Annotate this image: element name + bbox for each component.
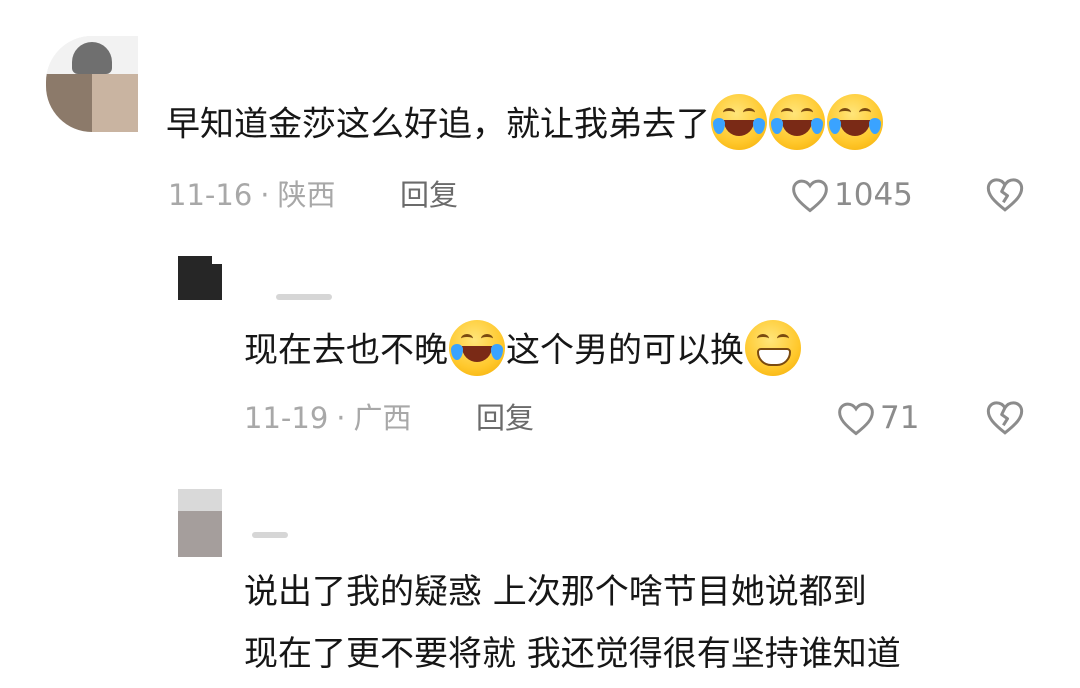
heart-outline-icon — [792, 179, 828, 213]
username-blurred — [276, 294, 332, 300]
reply-button[interactable]: 回复 — [400, 175, 458, 215]
like-count: 71 — [880, 400, 920, 436]
meta-separator: · — [260, 178, 270, 212]
dislike-button[interactable] — [985, 175, 1025, 215]
grinning-squinting-tears-icon — [711, 94, 767, 150]
like-button[interactable]: 1045 — [790, 175, 913, 215]
meta-separator: · — [336, 401, 346, 435]
grinning-squinting-tears-icon — [769, 94, 825, 150]
like-button[interactable]: 71 — [836, 398, 919, 438]
broken-heart-icon — [986, 178, 1024, 212]
comment-text-line-1: 说出了我的疑惑 上次那个啥节目她说都到 — [244, 572, 867, 612]
heart-outline-icon — [838, 402, 874, 436]
comment-text-content: 这个男的可以换 — [506, 330, 744, 371]
comment-text: 现在去也不晚 这个男的可以换 — [244, 320, 802, 380]
grinning-squinting-tears-icon — [827, 94, 883, 150]
comment-date: 11-16 — [168, 178, 253, 212]
comment-location: 陕西 — [277, 178, 336, 212]
grinning-squinting-tears-icon — [449, 320, 505, 376]
comment-text: 早知道金莎这么好追，就让我弟去了 — [166, 94, 884, 154]
dislike-button[interactable] — [985, 398, 1025, 438]
grinning-face-icon — [745, 320, 801, 376]
user-avatar[interactable] — [178, 489, 222, 557]
like-count: 1045 — [834, 177, 913, 213]
username-blurred — [252, 532, 288, 538]
comment-meta: 11-16 · 陕西 — [168, 175, 336, 215]
user-avatar[interactable] — [46, 36, 138, 132]
comment-meta: 11-19 · 广西 — [244, 398, 412, 438]
reply-button[interactable]: 回复 — [476, 398, 534, 438]
comment-text-line-2: 现在了更不要将就 我还觉得很有坚持谁知道 — [244, 634, 901, 674]
broken-heart-icon — [986, 401, 1024, 435]
user-avatar[interactable] — [178, 256, 222, 300]
comment-location: 广西 — [353, 401, 412, 435]
comment-text-content: 现在去也不晚 — [244, 330, 448, 371]
comment-text-content: 早知道金莎这么好追，就让我弟去了 — [166, 104, 710, 145]
comment-date: 11-19 — [244, 401, 329, 435]
